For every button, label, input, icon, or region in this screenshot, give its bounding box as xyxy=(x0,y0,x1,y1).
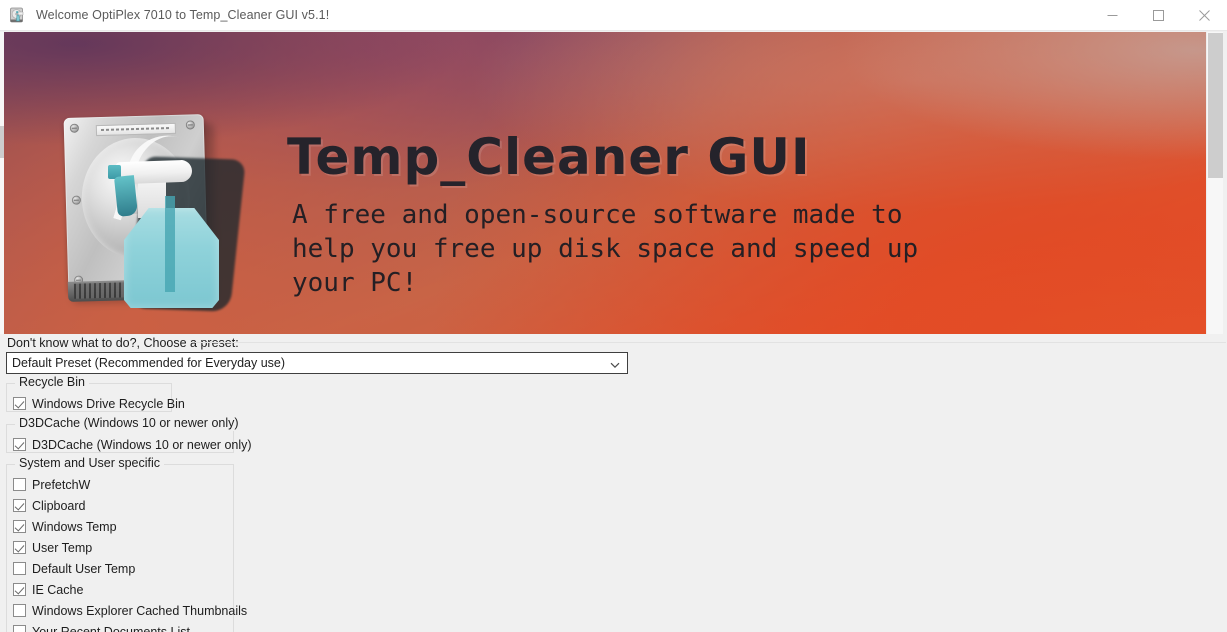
chevron-down-icon xyxy=(609,358,621,370)
group-items: Windows Drive Recycle Bin xyxy=(7,393,185,414)
checkbox-windows-drive-recycle-bin[interactable] xyxy=(13,397,26,410)
checkbox-windows-explorer-cached-thumbnails[interactable] xyxy=(13,604,26,617)
group-system-and-user-specific: System and User specific PrefetchW Clipb… xyxy=(6,455,247,632)
checkbox-label: Clipboard xyxy=(32,498,86,513)
checkbox-row[interactable]: Default User Temp xyxy=(7,558,233,579)
checkbox-label: Windows Explorer Cached Thumbnails xyxy=(32,603,248,618)
checkbox-windows-temp[interactable] xyxy=(13,520,26,533)
close-button[interactable] xyxy=(1181,0,1227,31)
group-label: System and User specific xyxy=(15,455,165,471)
app-icon xyxy=(9,6,27,24)
group-items: PrefetchW Clipboard Windows Temp User Te… xyxy=(7,474,247,632)
banner-right-scrollbar-thumb[interactable] xyxy=(1208,33,1223,178)
banner-subtitle: A free and open-source software made to … xyxy=(292,200,919,298)
banner-left-scrollbar-thumb[interactable] xyxy=(0,126,4,158)
checkbox-default-user-temp[interactable] xyxy=(13,562,26,575)
banner-title: Temp_Cleaner GUI xyxy=(287,128,811,186)
group-d3dcache: D3DCache (Windows 10 or newer only) D3DC… xyxy=(6,415,252,455)
checkbox-label: D3DCache (Windows 10 or newer only) xyxy=(32,437,252,452)
checkbox-label: PrefetchW xyxy=(32,477,91,492)
checkbox-prefetchw[interactable] xyxy=(13,478,26,491)
group-label: D3DCache (Windows 10 or newer only) xyxy=(15,415,243,431)
window-controls xyxy=(1089,0,1227,31)
checkbox-label: Windows Drive Recycle Bin xyxy=(32,396,185,411)
checkbox-row[interactable]: Windows Temp xyxy=(7,516,233,537)
banner-left-scrollbar[interactable] xyxy=(0,32,4,334)
hard-drive-spray-bottle-illustration xyxy=(63,110,246,315)
checkbox-row[interactable]: D3DCache (Windows 10 or newer only) xyxy=(7,434,252,455)
window-title: Welcome OptiPlex 7010 to Temp_Cleaner GU… xyxy=(36,8,330,22)
title-bar: Welcome OptiPlex 7010 to Temp_Cleaner GU… xyxy=(0,0,1227,31)
banner-gradient: Temp_Cleaner GUI A free and open-source … xyxy=(4,32,1206,334)
group-recycle-bin: Recycle Bin Windows Drive Recycle Bin xyxy=(6,374,185,414)
preset-label-separator xyxy=(195,342,1226,343)
preset-dropdown[interactable]: Default Preset (Recommended for Everyday… xyxy=(6,352,628,374)
banner-right-scrollbar[interactable] xyxy=(1206,32,1223,334)
checkbox-d3dcache[interactable] xyxy=(13,438,26,451)
checkbox-row[interactable]: Clipboard xyxy=(7,495,233,516)
checkbox-label: User Temp xyxy=(32,540,93,555)
group-items: D3DCache (Windows 10 or newer only) xyxy=(7,434,252,455)
preset-label: Don't know what to do?, Choose a preset: xyxy=(7,336,239,350)
checkbox-label: IE Cache xyxy=(32,582,84,597)
maximize-button[interactable] xyxy=(1135,0,1181,31)
group-label: Recycle Bin xyxy=(15,374,89,390)
checkbox-user-temp[interactable] xyxy=(13,541,26,554)
checkbox-ie-cache[interactable] xyxy=(13,583,26,596)
checkbox-row[interactable]: PrefetchW xyxy=(7,474,233,495)
checkbox-clipboard[interactable] xyxy=(13,499,26,512)
checkbox-your-recent-documents-list[interactable] xyxy=(13,625,26,632)
checkbox-label: Default User Temp xyxy=(32,561,136,576)
checkbox-label: Your Recent Documents List xyxy=(32,624,190,632)
application-window: Welcome OptiPlex 7010 to Temp_Cleaner GU… xyxy=(0,0,1227,632)
checkbox-row[interactable]: Windows Explorer Cached Thumbnails xyxy=(7,600,247,621)
preset-dropdown-value: Default Preset (Recommended for Everyday… xyxy=(12,356,286,370)
checkbox-row[interactable]: Your Recent Documents List xyxy=(7,621,233,632)
checkbox-row[interactable]: Windows Drive Recycle Bin xyxy=(7,393,185,414)
checkbox-row[interactable]: IE Cache xyxy=(7,579,233,600)
checkbox-row[interactable]: User Temp xyxy=(7,537,233,558)
minimize-button[interactable] xyxy=(1089,0,1135,31)
checkbox-label: Windows Temp xyxy=(32,519,117,534)
banner-region: Temp_Cleaner GUI A free and open-source … xyxy=(4,32,1206,334)
